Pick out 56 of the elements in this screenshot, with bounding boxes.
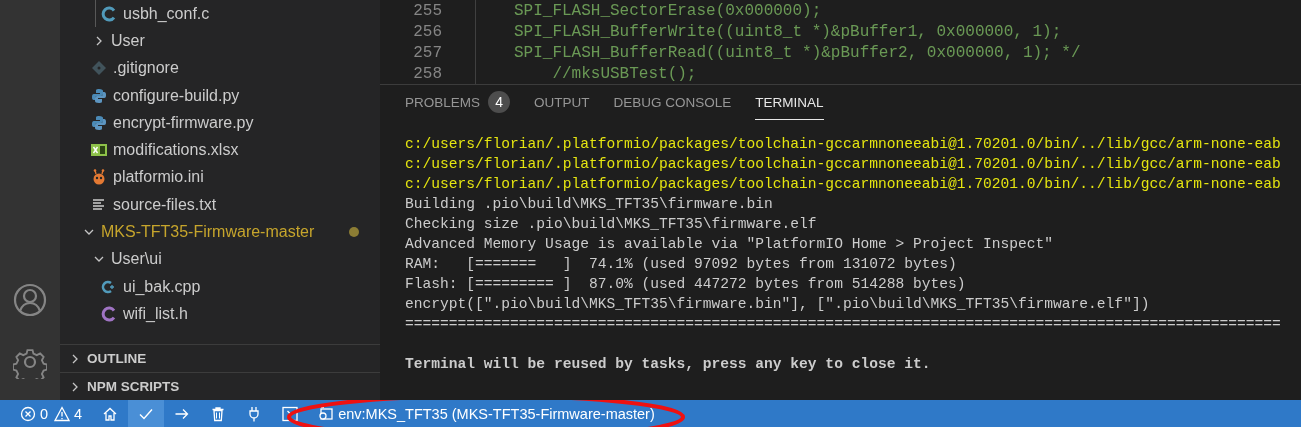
panel-tab[interactable]: TERMINAL <box>755 85 824 120</box>
text-file-icon <box>91 196 107 213</box>
terminal-line: c:/users/florian/.platformio/packages/toolchain-gccarmnoneeabi@1.70201.0/bin/../lib/gcc/arm-none-eab <box>405 175 1282 194</box>
line-number: 256 <box>412 22 442 41</box>
folder-item[interactable]: MKS-TFT35-Firmware-master <box>60 218 380 246</box>
section-header[interactable]: OUTLINE <box>60 344 380 372</box>
terminal-line: Flash: [========= ] 87.0% (used 447272 bytes from 514288 bytes) <box>405 275 967 294</box>
c-file-icon <box>101 305 117 322</box>
file-item[interactable]: modifications.xlsx <box>60 136 380 164</box>
count-badge: 4 <box>488 91 511 113</box>
file-item[interactable]: encrypt-firmware.py <box>60 109 380 137</box>
terminal-line: Building .pio\build\MKS_TFT35\firmware.bin <box>405 195 774 214</box>
terminal-line: c:/users/florian/.platformio/packages/toolchain-gccarmnoneeabi@1.70201.0/bin/../lib/gcc/arm-none-eab <box>405 135 1282 154</box>
code-comment: SPI_FLASH_SectorErase(0x000000); <box>514 1 822 20</box>
file-item[interactable]: configure-build.py <box>60 81 380 110</box>
c-file-icon <box>101 5 117 22</box>
code-comment: SPI_FLASH_BufferWrite((uint8_t *)&pBuffer1, 0x000000, 1); <box>514 22 1062 41</box>
account-icon[interactable] <box>13 283 47 317</box>
terminal-line: Terminal will be reused by tasks, press any key to close it. <box>405 355 932 374</box>
diamond-icon <box>91 60 107 77</box>
python-icon <box>91 87 107 104</box>
code-comment: //mksUSBTest(); <box>551 64 697 83</box>
terminal-line: ==================================================================================================== <box>405 315 1282 334</box>
terminal-line: c:/users/florian/.platformio/packages/toolchain-gccarmnoneeabi@1.70201.0/bin/../lib/gcc/arm-none-eab <box>405 155 1282 174</box>
status-item[interactable]: 0 <box>18 400 53 427</box>
folder-item[interactable]: User <box>60 27 380 55</box>
terminal-line: RAM: [======= ] 74.1% (used 97092 bytes from 131072 bytes) <box>405 255 958 274</box>
python-icon <box>91 114 107 131</box>
file-item[interactable]: source-files.txt <box>60 191 380 219</box>
status-item[interactable] <box>128 400 165 427</box>
panel-tab[interactable]: OUTPUT <box>534 85 590 120</box>
panel-tab[interactable]: PROBLEMS 4 <box>405 85 511 120</box>
cpp-file-icon <box>101 278 117 295</box>
file-item[interactable]: usbh_conf.c <box>96 0 380 28</box>
error-icon <box>20 405 36 422</box>
file-item[interactable]: ui_bak.cpp <box>60 272 380 301</box>
line-number: 258 <box>412 64 442 83</box>
terminal-icon <box>282 405 299 422</box>
home-icon <box>102 405 119 422</box>
warning-icon <box>54 405 71 422</box>
bug-icon <box>91 169 107 186</box>
folder-item[interactable]: User\ui <box>60 245 380 273</box>
file-item[interactable]: .gitignore <box>60 54 380 82</box>
file-item[interactable]: platformio.ini <box>60 163 380 192</box>
status-item[interactable]: 4 <box>52 400 93 427</box>
device-icon <box>318 405 335 422</box>
terminal-line: Advanced Memory Usage is available via "PlatformIO Home > Project Inspect" <box>405 235 1055 254</box>
line-number: 255 <box>412 1 442 20</box>
code-comment: SPI_FLASH_BufferRead((uint8_t *)&pBuffer2, 0x000000, 1); */ <box>514 43 1081 62</box>
terminal-line: Checking size .pio\build\MKS_TFT35\firmware.elf <box>405 215 818 234</box>
file-item[interactable]: wifi_list.h <box>60 300 380 328</box>
line-number: 257 <box>412 43 442 62</box>
panel-tab[interactable]: DEBUG CONSOLE <box>613 85 732 120</box>
terminal-line: encrypt([".pio\build\MKS_TFT35\firmware.bin"], [".pio\build\MKS_TFT35\firmware.elf"]) <box>405 295 1151 314</box>
spreadsheet-icon <box>91 142 107 159</box>
trash-icon <box>210 405 227 422</box>
